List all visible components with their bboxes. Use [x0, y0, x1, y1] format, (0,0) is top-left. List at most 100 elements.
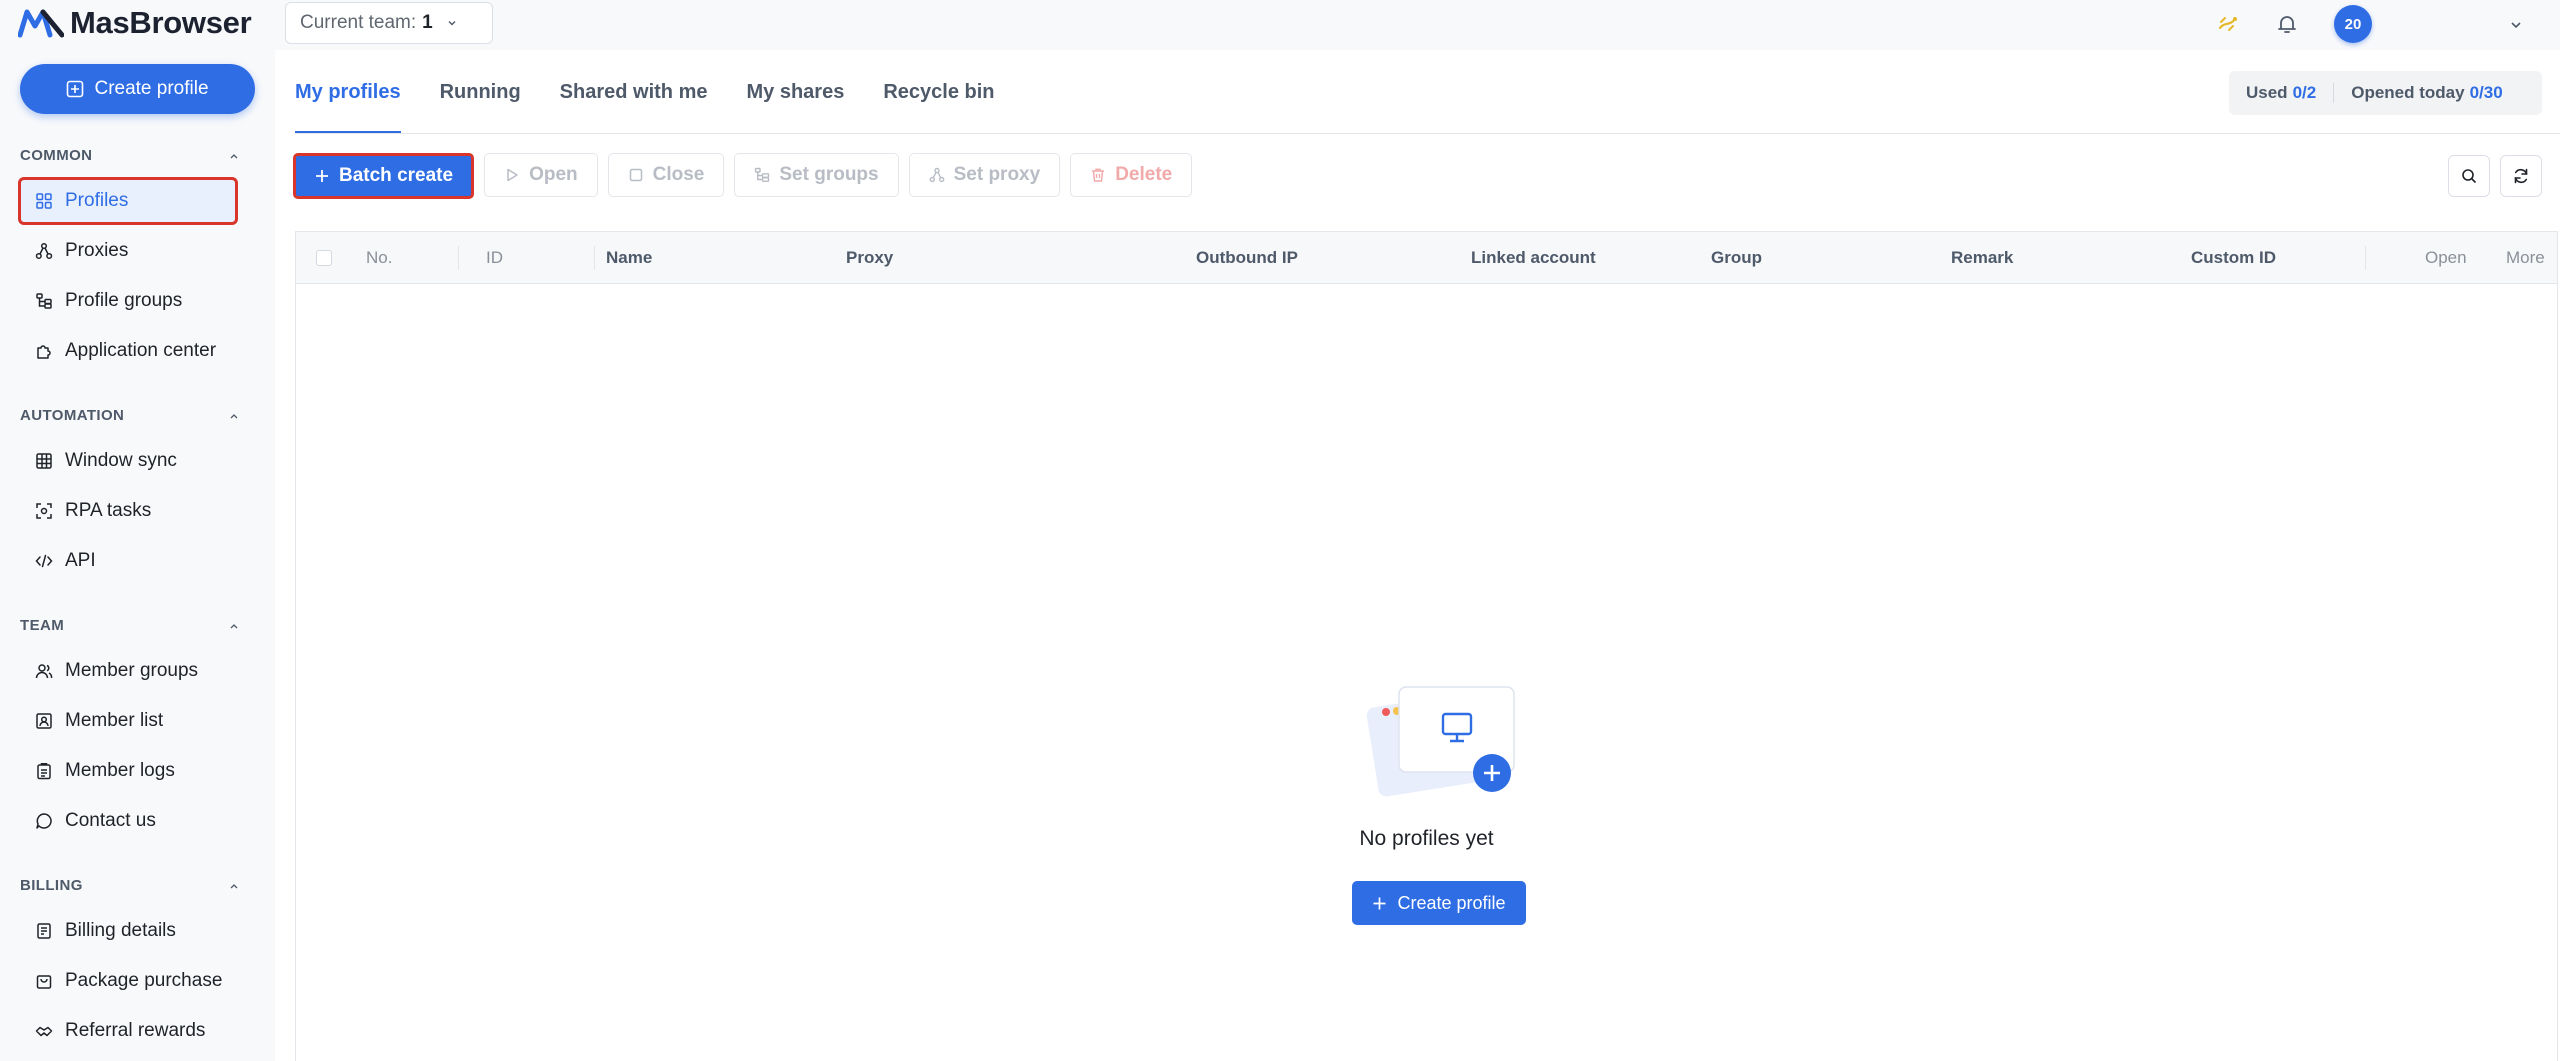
- app-name: MasBrowser: [70, 5, 252, 40]
- sidebar-item-profile-groups[interactable]: Profile groups: [20, 279, 236, 323]
- sidebar-item-application-center[interactable]: Application center: [20, 329, 236, 373]
- refresh-button[interactable]: [2500, 155, 2542, 197]
- open-button[interactable]: Open: [484, 153, 598, 197]
- clipboard-icon: [37, 763, 51, 780]
- used-label: Used: [2246, 83, 2288, 102]
- app-logo[interactable]: MasBrowser: [18, 4, 252, 42]
- sidebar-item-label: Package purchase: [65, 970, 223, 991]
- sidebar-item-label: Referral rewards: [65, 1020, 206, 1041]
- section-title: COMMON: [20, 147, 93, 164]
- sparkle-icon[interactable]: [2216, 12, 2240, 36]
- profile-toolbar: Batch create Open Close Set groups Set p…: [293, 153, 1193, 199]
- chat-bubble-icon: [36, 813, 52, 829]
- chevron-down-icon[interactable]: [2508, 17, 2524, 33]
- sidebar: Create profile COMMON Profiles Proxies P…: [0, 50, 275, 1061]
- used-value: 0/2: [2292, 83, 2317, 102]
- usage-summary: Used 0/2 Opened today 0/30: [2229, 71, 2542, 115]
- opened-value: 0/30: [2469, 83, 2503, 102]
- sidebar-item-package-purchase[interactable]: Package purchase: [20, 959, 236, 1003]
- section-automation[interactable]: AUTOMATION: [20, 407, 240, 424]
- empty-create-profile-label: Create profile: [1397, 892, 1506, 913]
- section-billing[interactable]: BILLING: [20, 877, 240, 894]
- sidebar-item-label: Member logs: [65, 760, 175, 781]
- sidebar-item-profiles[interactable]: Profiles: [18, 177, 238, 225]
- used-counter: Used 0/2: [2229, 71, 2333, 115]
- batch-create-label: Batch create: [339, 165, 454, 186]
- empty-state: No profiles yet Create profile: [296, 232, 2557, 1061]
- sidebar-item-label: Profiles: [65, 190, 129, 211]
- robot-scan-icon: [36, 503, 52, 519]
- sidebar-item-rpa-tasks[interactable]: RPA tasks: [20, 489, 236, 533]
- masbrowser-logo-icon: [18, 9, 64, 38]
- users-icon: [35, 664, 53, 679]
- sidebar-item-api[interactable]: API: [20, 539, 236, 583]
- sidebar-item-label: Window sync: [65, 450, 177, 471]
- section-common[interactable]: COMMON: [20, 147, 240, 164]
- set-proxy-label: Set proxy: [953, 164, 1041, 185]
- chevron-up-icon: [230, 153, 238, 158]
- user-avatar[interactable]: 20: [2334, 5, 2372, 43]
- network-icon: [929, 167, 945, 183]
- batch-create-button[interactable]: Batch create: [293, 153, 475, 199]
- opened-label: Opened today: [2351, 83, 2465, 102]
- sidebar-item-label: Proxies: [65, 240, 129, 261]
- sidebar-item-contact-us[interactable]: Contact us: [20, 799, 236, 843]
- create-profile-button[interactable]: Create profile: [20, 64, 255, 114]
- empty-create-profile-button[interactable]: Create profile: [1352, 881, 1526, 925]
- empty-profiles-illustration-icon: [1366, 686, 1515, 797]
- top-bar: MasBrowser Current team: 1 20: [0, 0, 2560, 50]
- create-profile-label: Create profile: [94, 78, 209, 99]
- plus-icon: [1373, 897, 1386, 909]
- group-tree-icon: [755, 167, 770, 183]
- set-groups-button[interactable]: Set groups: [734, 153, 899, 197]
- group-tree-icon: [36, 293, 52, 309]
- sidebar-item-billing-details[interactable]: Billing details: [20, 909, 236, 953]
- puzzle-icon: [37, 345, 51, 359]
- profile-tabs: My profiles Running Shared with me My sh…: [295, 50, 1034, 134]
- sidebar-item-label: RPA tasks: [65, 500, 152, 521]
- tab-shared-with-me[interactable]: Shared with me: [560, 50, 708, 134]
- sidebar-item-window-sync[interactable]: Window sync: [20, 439, 236, 483]
- section-title: TEAM: [20, 617, 65, 634]
- plus-icon: [316, 170, 328, 182]
- delete-label: Delete: [1115, 164, 1173, 185]
- tab-my-profiles[interactable]: My profiles: [295, 50, 401, 134]
- search-icon: [2462, 169, 2477, 184]
- sidebar-item-member-list[interactable]: Member list: [20, 699, 236, 743]
- chevron-up-icon: [230, 413, 238, 418]
- bell-icon[interactable]: [2275, 12, 2299, 36]
- sidebar-item-member-logs[interactable]: Member logs: [20, 749, 236, 793]
- network-icon: [35, 242, 53, 260]
- chevron-up-icon: [230, 623, 238, 628]
- sidebar-item-label: Billing details: [65, 920, 176, 941]
- handshake-icon: [35, 1026, 53, 1037]
- tab-recycle-bin[interactable]: Recycle bin: [883, 50, 994, 134]
- chevron-down-icon: [448, 21, 456, 26]
- set-groups-label: Set groups: [779, 164, 879, 185]
- team-select[interactable]: Current team: 1: [285, 2, 493, 44]
- sidebar-item-label: Member list: [65, 710, 164, 731]
- section-title: AUTOMATION: [20, 407, 125, 424]
- tab-my-shares[interactable]: My shares: [746, 50, 844, 134]
- sidebar-item-proxies[interactable]: Proxies: [20, 229, 236, 273]
- search-button[interactable]: [2448, 155, 2490, 197]
- window-grid-icon: [36, 453, 52, 469]
- stop-icon: [629, 168, 642, 182]
- code-icon: [35, 554, 53, 568]
- tabs-divider: [295, 133, 2560, 134]
- sidebar-item-label: API: [65, 550, 96, 571]
- empty-state-text: No profiles yet: [1359, 827, 1494, 850]
- sidebar-item-label: Profile groups: [65, 290, 183, 311]
- sidebar-item-label: Contact us: [65, 810, 156, 831]
- set-proxy-button[interactable]: Set proxy: [908, 153, 1061, 197]
- receipt-icon: [37, 923, 51, 939]
- sidebar-item-referral-rewards[interactable]: Referral rewards: [20, 1009, 236, 1053]
- section-team[interactable]: TEAM: [20, 617, 240, 634]
- shopping-bag-icon: [36, 975, 52, 989]
- sidebar-item-member-groups[interactable]: Member groups: [20, 649, 236, 693]
- delete-button[interactable]: Delete: [1070, 153, 1193, 197]
- close-button[interactable]: Close: [607, 153, 725, 197]
- tab-running[interactable]: Running: [440, 50, 521, 134]
- play-icon: [507, 168, 518, 182]
- opened-today-counter: Opened today 0/30: [2334, 71, 2519, 115]
